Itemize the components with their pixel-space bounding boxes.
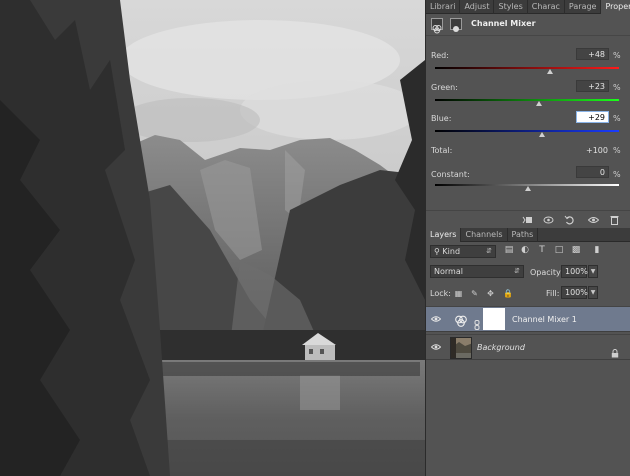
green-unit: % <box>613 83 621 92</box>
filter-smart-object-icon[interactable]: ▩ <box>571 245 581 255</box>
adjustment-layer-icon <box>431 18 443 34</box>
green-slider-track[interactable] <box>435 99 619 101</box>
tab-libraries[interactable]: Librari <box>426 0 461 14</box>
tab-properties[interactable]: Properties <box>601 0 630 14</box>
green-value-input[interactable] <box>576 80 609 92</box>
layer-filter-kind[interactable]: ⚲ Kind ⇵ <box>430 245 496 258</box>
layer-mask-thumbnail[interactable] <box>483 308 505 330</box>
fill-label: Fill: <box>546 289 560 298</box>
lock-icon <box>611 343 619 358</box>
blue-label: Blue: <box>431 114 452 123</box>
chevron-updown-icon: ⇵ <box>514 267 520 275</box>
tab-styles[interactable]: Styles <box>494 0 528 14</box>
red-slider-thumb[interactable] <box>547 69 553 74</box>
filter-toggle-icon[interactable]: ▮ <box>592 245 602 255</box>
filter-kind-label: Kind <box>442 247 461 256</box>
layer-name: Channel Mixer 1 <box>512 315 577 324</box>
lock-all-icon[interactable]: 🔒 <box>503 289 513 298</box>
lock-transparent-icon[interactable]: ▦ <box>454 289 463 298</box>
green-slider-thumb[interactable] <box>536 101 542 106</box>
view-previous-state-icon[interactable] <box>543 215 554 225</box>
red-label: Red: <box>431 51 449 60</box>
fill-input[interactable]: 100% <box>561 286 588 299</box>
green-label: Green: <box>431 83 458 92</box>
properties-header: Channel Mixer <box>426 14 630 36</box>
properties-panel: Channel Mixer Red: % Green: % Blue: % To… <box>426 14 630 228</box>
properties-title: Channel Mixer <box>471 19 536 28</box>
tab-layers[interactable]: Layers <box>426 228 462 242</box>
eye-icon[interactable] <box>430 343 442 351</box>
right-panel-dock: Librari Adjust Styles Charac Parage Prop… <box>425 0 630 476</box>
constant-slider-thumb[interactable] <box>525 186 531 191</box>
chain-link-icon[interactable] <box>474 315 480 330</box>
properties-tab-bar: Librari Adjust Styles Charac Parage Prop… <box>426 0 630 14</box>
visibility-icon[interactable] <box>587 215 600 225</box>
filter-pixel-icon[interactable]: ▤ <box>504 245 514 255</box>
reset-icon[interactable] <box>564 215 575 225</box>
layer-mask-icon[interactable] <box>450 18 462 32</box>
layers-empty-area <box>426 378 630 476</box>
total-unit: % <box>613 146 621 155</box>
filter-adjustment-icon[interactable]: ◐ <box>520 245 530 255</box>
grayscale-lake-photo <box>0 0 425 476</box>
layer-row-background[interactable]: Background <box>426 334 630 360</box>
filter-shape-icon[interactable]: □ <box>554 245 564 255</box>
constant-value-input[interactable] <box>576 166 609 178</box>
blue-slider-thumb[interactable] <box>539 132 545 137</box>
tab-channels[interactable]: Channels <box>461 228 508 242</box>
properties-footer <box>426 210 630 228</box>
red-unit: % <box>613 51 621 60</box>
total-label: Total: <box>431 146 453 155</box>
trash-icon[interactable] <box>609 215 620 225</box>
total-value: +100 <box>586 146 608 155</box>
clip-to-layer-icon[interactable] <box>522 215 533 225</box>
fill-dropdown-button[interactable]: ▼ <box>588 286 598 299</box>
lock-image-icon[interactable]: ✎ <box>470 289 479 298</box>
layers-panel: ⚲ Kind ⇵ ▤ ◐ T □ ▩ ▮ Normal ⇵ Opacity: 1… <box>426 242 630 476</box>
red-slider-track[interactable] <box>435 67 619 69</box>
adjustment-layer-icon <box>454 313 468 327</box>
eye-icon[interactable] <box>430 315 442 323</box>
tab-paragraph[interactable]: Parage <box>565 0 602 14</box>
blue-value-input[interactable] <box>576 111 609 123</box>
layer-row-channel-mixer[interactable]: Channel Mixer 1 <box>426 306 630 332</box>
blue-slider-track[interactable] <box>435 130 619 132</box>
red-value-input[interactable] <box>576 48 609 60</box>
lock-label: Lock: <box>430 289 451 298</box>
layer-name: Background <box>477 343 525 352</box>
constant-unit: % <box>613 170 621 179</box>
chevron-updown-icon: ⇵ <box>486 247 492 255</box>
document-canvas[interactable] <box>0 0 425 476</box>
opacity-input[interactable]: 100% <box>561 265 588 278</box>
lock-position-icon[interactable]: ✥ <box>486 289 495 298</box>
photoshop-window: Librari Adjust Styles Charac Parage Prop… <box>0 0 630 476</box>
layer-image-thumbnail <box>450 337 472 359</box>
layers-tab-bar: Layers Channels Paths <box>426 228 630 242</box>
tab-character[interactable]: Charac <box>528 0 565 14</box>
blend-mode-select[interactable]: Normal ⇵ <box>430 265 524 278</box>
blend-mode-value: Normal <box>434 267 463 276</box>
opacity-dropdown-button[interactable]: ▼ <box>588 265 598 278</box>
filter-type-icon[interactable]: T <box>537 245 547 255</box>
tab-adjustments[interactable]: Adjust <box>460 0 495 14</box>
constant-label: Constant: <box>431 170 470 179</box>
opacity-label: Opacity: <box>530 268 563 277</box>
tab-paths[interactable]: Paths <box>508 228 539 242</box>
search-icon: ⚲ <box>434 247 440 256</box>
blue-unit: % <box>613 114 621 123</box>
